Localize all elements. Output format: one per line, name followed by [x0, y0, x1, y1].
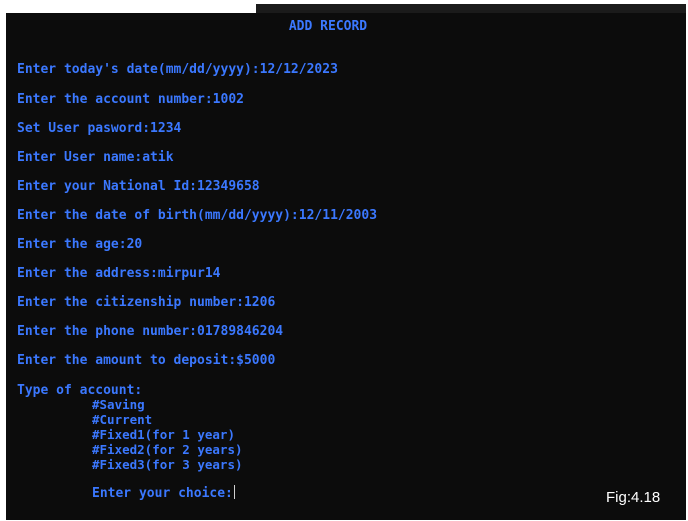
- choice-prompt-label: Enter your choice:: [92, 486, 233, 501]
- screen-title: ADD RECORD: [288, 19, 368, 34]
- account-option-saving: #Saving: [92, 397, 145, 412]
- prompt-line-deposit: Enter the amount to deposit:$5000: [17, 353, 276, 368]
- window-top-strip-dark: [256, 4, 686, 13]
- prompt-line-address: Enter the address:mirpur14: [17, 266, 221, 281]
- account-option-fixed3: #Fixed3(for 3 years): [92, 457, 243, 472]
- account-option-fixed2: #Fixed2(for 2 years): [92, 442, 243, 457]
- prompt-line-date: Enter today's date(mm/dd/yyyy):12/12/202…: [17, 62, 338, 77]
- prompt-line-account-number: Enter the account number:1002: [17, 92, 244, 107]
- prompt-line-date-of-birth: Enter the date of birth(mm/dd/yyyy):12/1…: [17, 208, 378, 223]
- account-type-label: Type of account:: [17, 383, 143, 398]
- prompt-line-national-id: Enter your National Id:12349658: [17, 179, 260, 194]
- window-top-strip-light: [6, 4, 256, 13]
- text-cursor: [233, 485, 235, 499]
- prompt-line-phone: Enter the phone number:01789846204: [17, 324, 284, 339]
- prompt-line-age: Enter the age:20: [17, 237, 143, 252]
- figure-caption: Fig:4.18: [606, 489, 661, 506]
- terminal-window: ADD RECORD Enter today's date(mm/dd/yyyy…: [6, 4, 686, 520]
- prompt-line-citizenship: Enter the citizenship number:1206: [17, 295, 276, 310]
- account-option-fixed1: #Fixed1(for 1 year): [92, 427, 235, 442]
- account-option-current: #Current: [92, 412, 153, 427]
- choice-prompt-line[interactable]: Enter your choice:: [92, 485, 235, 501]
- prompt-line-user-name: Enter User name:atik: [17, 150, 174, 165]
- prompt-line-password: Set User pasword:1234: [17, 121, 182, 136]
